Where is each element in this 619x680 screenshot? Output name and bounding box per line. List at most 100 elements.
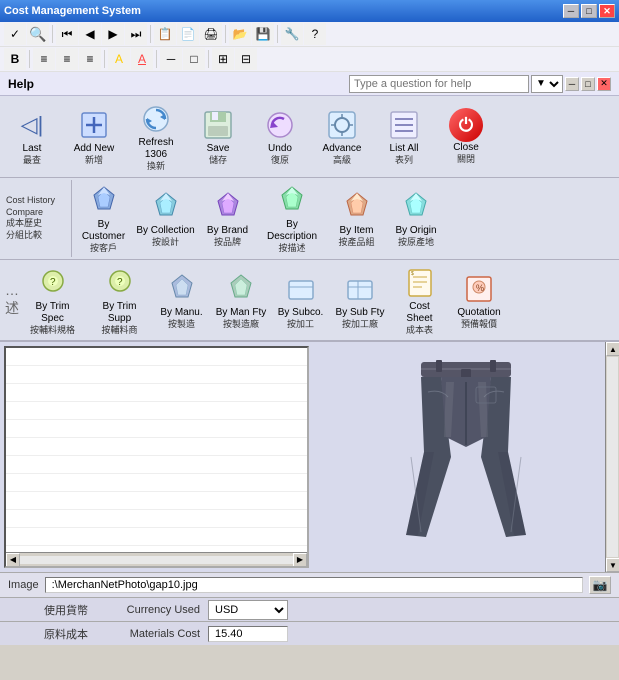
format-bold[interactable]: B (4, 48, 26, 70)
tb-icon-5[interactable]: ▶ (102, 23, 124, 45)
add-new-button[interactable]: Add New 新增 (64, 104, 124, 169)
materials-cn-label: 原料成本 (8, 626, 88, 642)
list-item[interactable] (6, 492, 307, 510)
svg-text:?: ? (50, 277, 56, 288)
by-description-button[interactable]: By Description 按描述 (257, 180, 327, 257)
by-brand-button[interactable]: By Brand 按品牌 (200, 186, 255, 251)
help-close-button[interactable]: ✕ (597, 77, 611, 91)
format-line[interactable]: ─ (160, 48, 182, 70)
list-item[interactable] (6, 456, 307, 474)
quotation-button[interactable]: % Quotation 預備報價 (449, 268, 509, 333)
undo-button[interactable]: Undo 復原 (250, 104, 310, 169)
by-sub-fty-button[interactable]: By Sub Fty 按加工廠 (330, 268, 390, 333)
main-toolbar-row2: Cost HistoryCompare成本歷史分組比較 By Customer … (0, 178, 619, 260)
list-scroll-area[interactable] (6, 348, 307, 552)
trim-spec-item-button[interactable]: …述 (6, 279, 18, 321)
h-scrollbar[interactable]: ◀ ▶ (6, 552, 307, 566)
list-item[interactable] (6, 438, 307, 456)
help-min-button[interactable]: ─ (565, 77, 579, 91)
by-item-button[interactable]: By Item 按產品組 (329, 186, 384, 251)
scroll-left-btn[interactable]: ◀ (6, 553, 20, 567)
title-text: Cost Management System (4, 5, 141, 17)
sep-4 (277, 25, 278, 43)
main-v-scrollbar[interactable]: ▲ ▼ (605, 342, 619, 572)
tb-icon-2[interactable]: 🔍 (27, 23, 49, 45)
list-item[interactable] (6, 420, 307, 438)
close-button[interactable]: ⏻ Close 關閉 (436, 105, 496, 168)
last-button[interactable]: ◁| Last 最查 (2, 104, 62, 169)
list-item[interactable] (6, 528, 307, 546)
tb-icon-12[interactable]: 🔧 (281, 23, 303, 45)
by-origin-button[interactable]: By Origin 按原產地 (386, 186, 446, 251)
image-path-value: :\MerchanNetPhoto\gap10.jpg (45, 577, 583, 593)
tb-icon-13[interactable]: ? (304, 23, 326, 45)
advance-button[interactable]: Advance 高級 (312, 104, 372, 169)
maximize-button[interactable]: □ (581, 4, 597, 18)
tb-icon-4[interactable]: ◀ (79, 23, 101, 45)
tb-icon-8[interactable]: 📄 (177, 23, 199, 45)
by-man-fty-button[interactable]: By Man Fty 按製造廠 (211, 268, 271, 333)
format-align-left[interactable]: ≡ (33, 48, 55, 70)
left-list-panel: ◀ ▶ (4, 346, 309, 568)
list-all-button[interactable]: List All 表列 (374, 104, 434, 169)
by-collection-button[interactable]: By Collection 按設計 (133, 186, 198, 251)
help-max-button[interactable]: □ (581, 77, 595, 91)
sep-f3 (156, 50, 157, 68)
help-dropdown[interactable]: ▼ (531, 75, 563, 93)
help-bar: Help ▼ ─ □ ✕ (0, 72, 619, 96)
image-browse-button[interactable]: 📷 (589, 576, 611, 594)
minimize-button[interactable]: ─ (563, 4, 579, 18)
materials-cost-row: 原料成本 Materials Cost 15.40 (0, 621, 619, 645)
format-highlight[interactable]: A (108, 48, 130, 70)
format-extra1[interactable]: ⊞ (212, 48, 234, 70)
help-search-area: ▼ ─ □ ✕ (349, 75, 611, 93)
currency-en-label: Currency Used (88, 604, 208, 616)
image-label: Image (8, 579, 39, 591)
save-button[interactable]: Save 儲存 (188, 104, 248, 169)
right-image-panel (313, 342, 619, 572)
format-align-center[interactable]: ≡ (56, 48, 78, 70)
materials-cost-value: 15.40 (208, 626, 288, 642)
format-border[interactable]: □ (183, 48, 205, 70)
tb-icon-9[interactable]: 🖨 (200, 23, 222, 45)
toolbar-format-row: B ≡ ≡ ≡ A A ─ □ ⊞ ⊟ (0, 47, 619, 72)
tb-icon-3[interactable]: ⏮ (56, 23, 78, 45)
by-trim-supp-button[interactable]: ? By Trim Supp 按輔料商 (87, 262, 152, 339)
cost-sheet-button[interactable]: $ Cost Sheet 成本表 (392, 262, 447, 339)
format-extra2[interactable]: ⊟ (235, 48, 257, 70)
scroll-down-btn[interactable]: ▼ (606, 558, 619, 572)
tb-icon-11[interactable]: 💾 (252, 23, 274, 45)
by-customer-button[interactable]: By Customer 按客戶 (76, 180, 131, 257)
currency-cn-label: 使用貨幣 (8, 602, 88, 618)
sep-f1 (29, 50, 30, 68)
jeans-image (386, 357, 546, 557)
main-toolbar-row1: ◁| Last 最查 Add New 新增 (0, 96, 619, 178)
list-item[interactable] (6, 348, 307, 366)
tb-icon-6[interactable]: ⏭ (125, 23, 147, 45)
title-bar: Cost Management System ─ □ ✕ (0, 0, 619, 22)
tb-icon-7[interactable]: 📋 (154, 23, 176, 45)
scroll-right-btn[interactable]: ▶ (293, 553, 307, 567)
close-title-button[interactable]: ✕ (599, 4, 615, 18)
image-bar: Image :\MerchanNetPhoto\gap10.jpg 📷 (0, 572, 619, 597)
format-color[interactable]: A (131, 48, 153, 70)
list-item[interactable] (6, 402, 307, 420)
refresh-button[interactable]: Refresh 1306 換新 (126, 98, 186, 175)
tb-icon-10[interactable]: 📂 (229, 23, 251, 45)
help-search-input[interactable] (349, 75, 529, 93)
list-item[interactable] (6, 510, 307, 528)
list-item[interactable] (6, 384, 307, 402)
format-align-right[interactable]: ≡ (79, 48, 101, 70)
currency-dropdown[interactable]: USD (208, 600, 288, 620)
by-trim-spec-button[interactable]: ? By Trim Spec 按輔料規格 (20, 262, 85, 339)
list-item[interactable] (6, 474, 307, 492)
main-toolbar-row3: …述 ? By Trim Spec 按輔料規格 ? By Trim (0, 260, 619, 343)
toolbar-icons-row1: ✓ 🔍 ⏮ ◀ ▶ ⏭ 📋 📄 🖨 📂 💾 🔧 ? (0, 22, 619, 47)
by-subco-button[interactable]: By Subco. 按加工 (273, 268, 328, 333)
scroll-up-btn[interactable]: ▲ (606, 342, 619, 356)
svg-text:?: ? (117, 277, 123, 288)
list-item[interactable] (6, 366, 307, 384)
by-manu-button[interactable]: By Manu. 按製造 (154, 268, 209, 333)
tb-icon-1[interactable]: ✓ (4, 23, 26, 45)
svg-text:$: $ (411, 271, 414, 277)
